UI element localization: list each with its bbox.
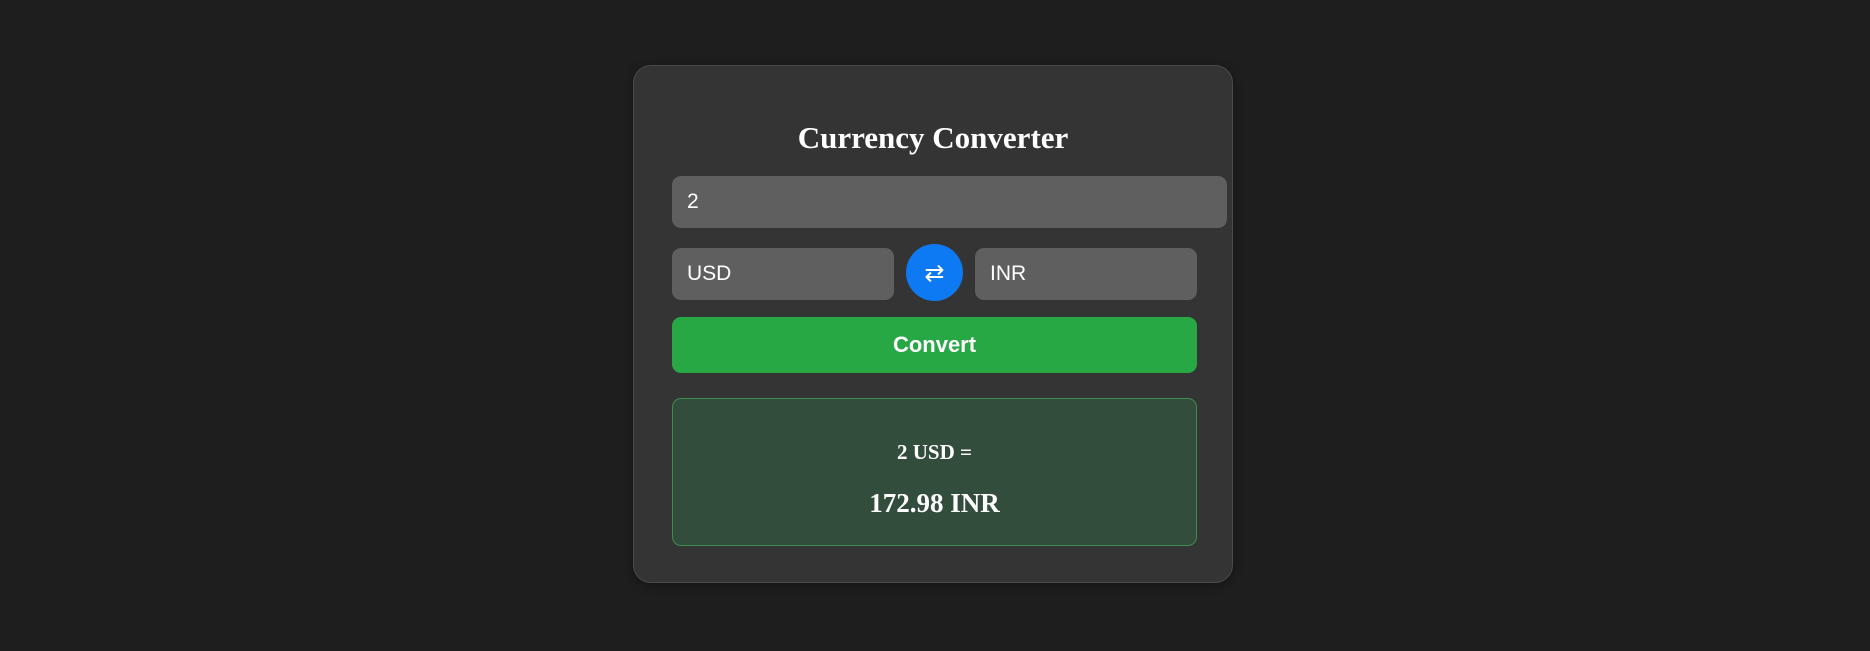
convert-button[interactable]: Convert [672, 317, 1197, 373]
swap-arrows-icon: ⇄ [924, 258, 945, 287]
result-source-amount: 2 USD = [897, 440, 972, 464]
swap-currencies-button[interactable]: ⇄ [906, 244, 963, 301]
result-panel: 2 USD = 172.98 INR [672, 398, 1197, 546]
from-currency-label: USD [687, 262, 732, 285]
amount-input[interactable] [672, 176, 1227, 228]
to-currency-label: INR [990, 262, 1027, 285]
page-title: Currency Converter [797, 120, 1069, 155]
convert-button-label: Convert [892, 332, 977, 357]
to-currency-field[interactable]: INR [975, 248, 1197, 300]
converter-card: Currency Converter USD ⇄ INR Convert 2 U… [633, 65, 1233, 583]
result-converted-amount: 172.98 INR [869, 488, 1000, 518]
from-currency-field[interactable]: USD [672, 248, 894, 300]
